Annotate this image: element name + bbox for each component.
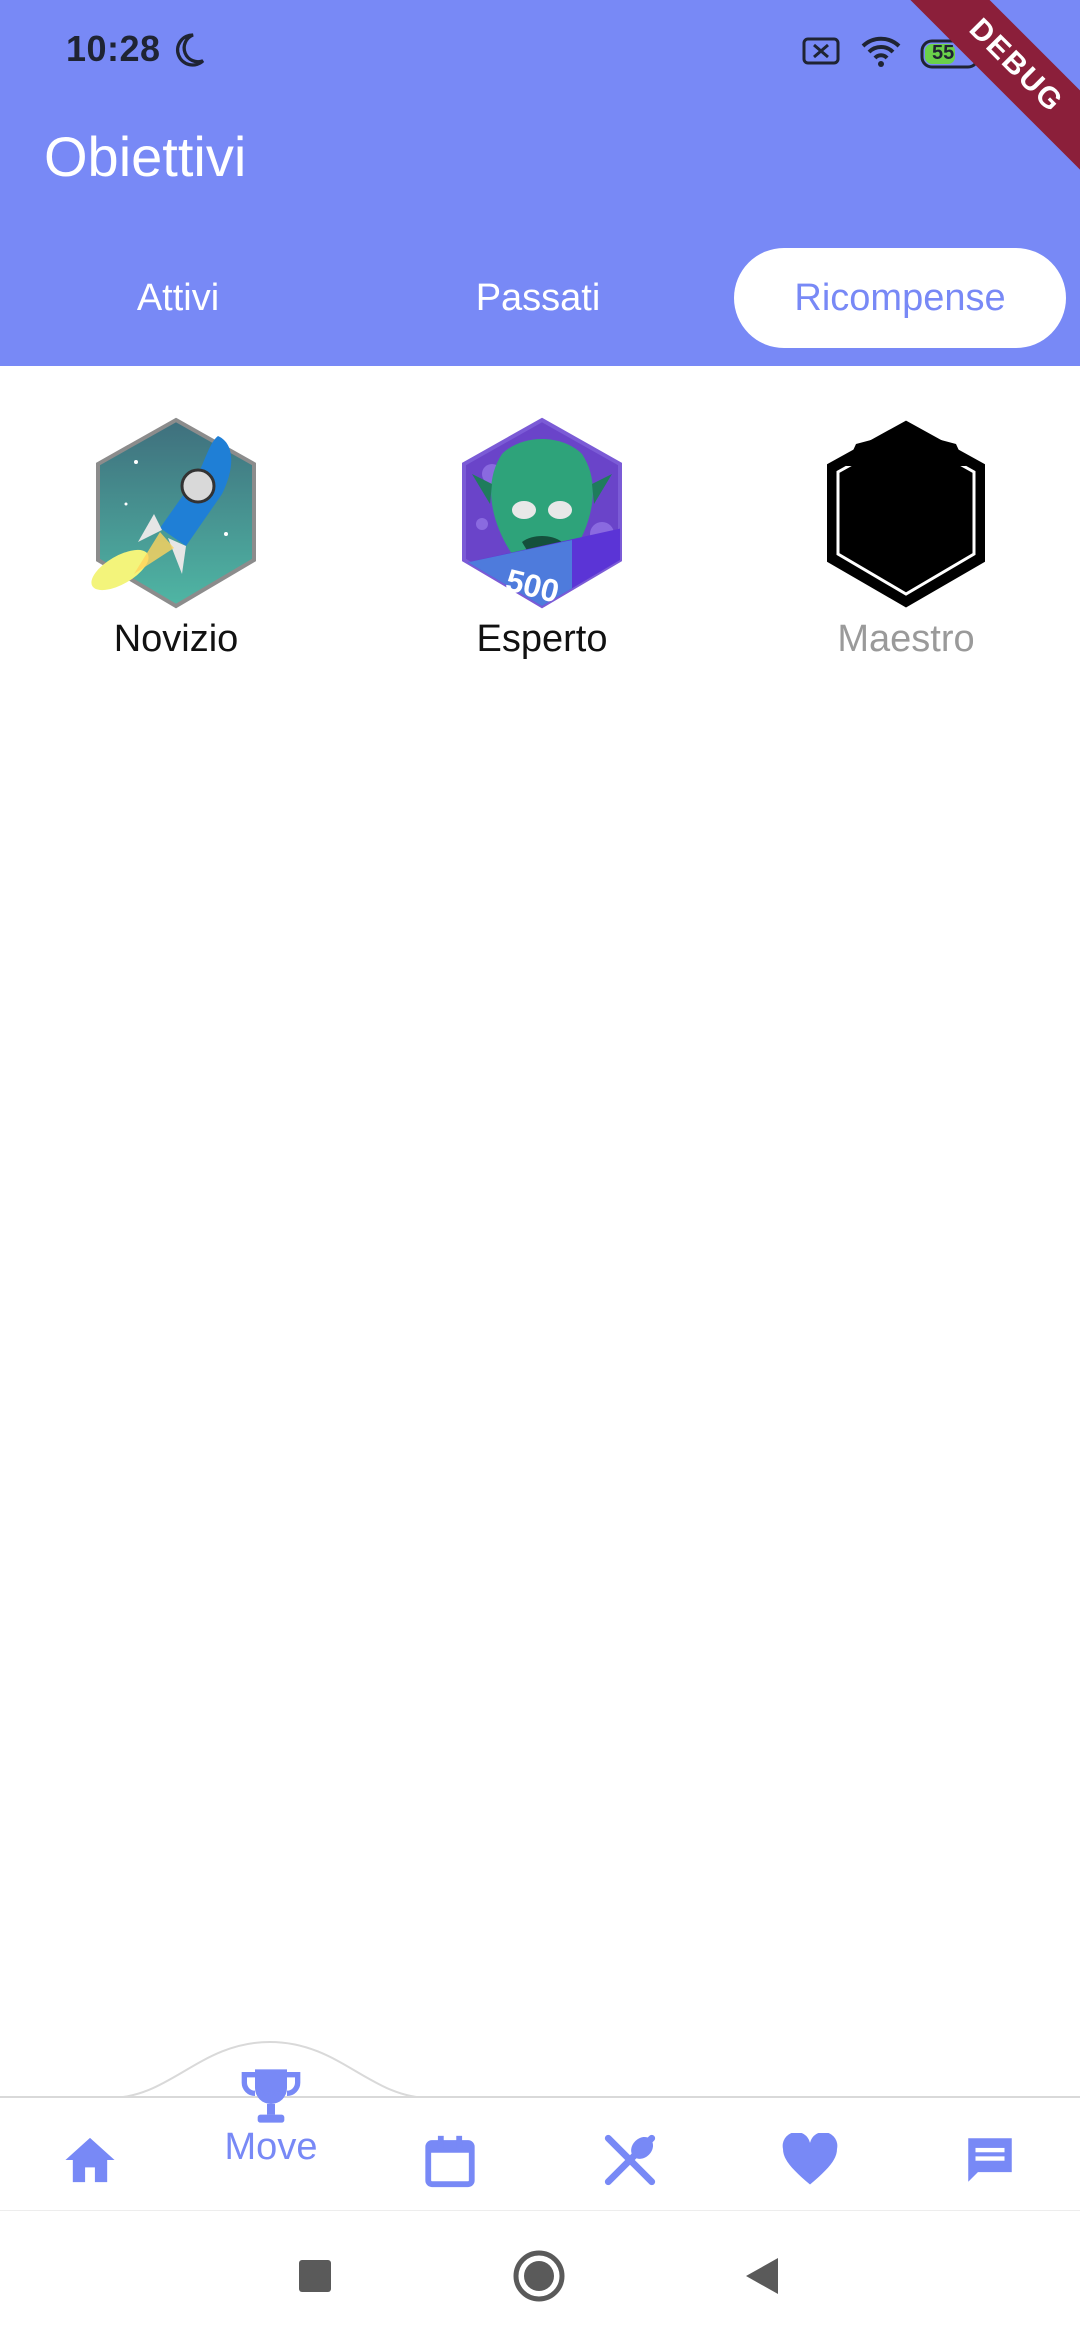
chat-icon	[968, 2138, 1012, 2182]
badge-novizio[interactable]: Novizio	[66, 414, 286, 661]
wifi-icon	[860, 34, 902, 73]
battery-level: 55	[932, 41, 955, 64]
nav-move[interactable]: Move	[206, 2064, 336, 2169]
trophy-icon	[241, 2069, 301, 2123]
do-not-disturb-icon	[168, 30, 208, 75]
tab-ricompense[interactable]: Ricompense	[734, 248, 1066, 348]
tab-passati[interactable]: Passati	[418, 248, 658, 348]
nav-home[interactable]	[40, 2120, 140, 2200]
locked-gift-badge-icon	[827, 420, 985, 608]
recents-button[interactable]	[298, 2259, 332, 2293]
home-button[interactable]	[512, 2249, 566, 2303]
nav-calendar[interactable]	[400, 2120, 500, 2200]
back-button[interactable]	[744, 2256, 780, 2296]
nav-health[interactable]	[760, 2120, 860, 2200]
page-title: Obiettivi	[44, 125, 247, 188]
badge-label: Esperto	[476, 618, 608, 660]
heart-icon	[782, 2133, 838, 2185]
status-time: 10:28	[66, 28, 161, 69]
badge-esperto[interactable]: 500 Esperto	[432, 414, 652, 661]
rocket-badge-icon	[91, 417, 256, 609]
rewards-grid: Novizio 500 Esperto Maestro	[0, 414, 1080, 674]
nav-chat[interactable]	[940, 2120, 1040, 2200]
badge-label: Novizio	[113, 618, 239, 660]
tab-bar: Attivi Passati Ricompense	[0, 248, 1080, 352]
bottom-navigation	[0, 2096, 1080, 2210]
nav-food[interactable]	[580, 2120, 680, 2200]
sim-off-icon	[802, 36, 842, 71]
status-bar: 10:28 55	[0, 0, 1080, 100]
home-icon	[65, 2137, 115, 2183]
app-bar: 10:28 55 DEBUG Obiettivi Attivi Passati …	[0, 0, 1080, 366]
tab-attivi[interactable]: Attivi	[58, 248, 298, 348]
monster-500-badge-icon: 500	[462, 417, 622, 610]
badge-label: Maestro	[837, 618, 975, 660]
badge-maestro[interactable]: Maestro	[796, 414, 1016, 661]
utensils-icon	[604, 2134, 656, 2186]
system-navigation-bar	[0, 2210, 1080, 2341]
nav-move-label: Move	[224, 2126, 318, 2168]
calendar-icon	[425, 2135, 475, 2188]
